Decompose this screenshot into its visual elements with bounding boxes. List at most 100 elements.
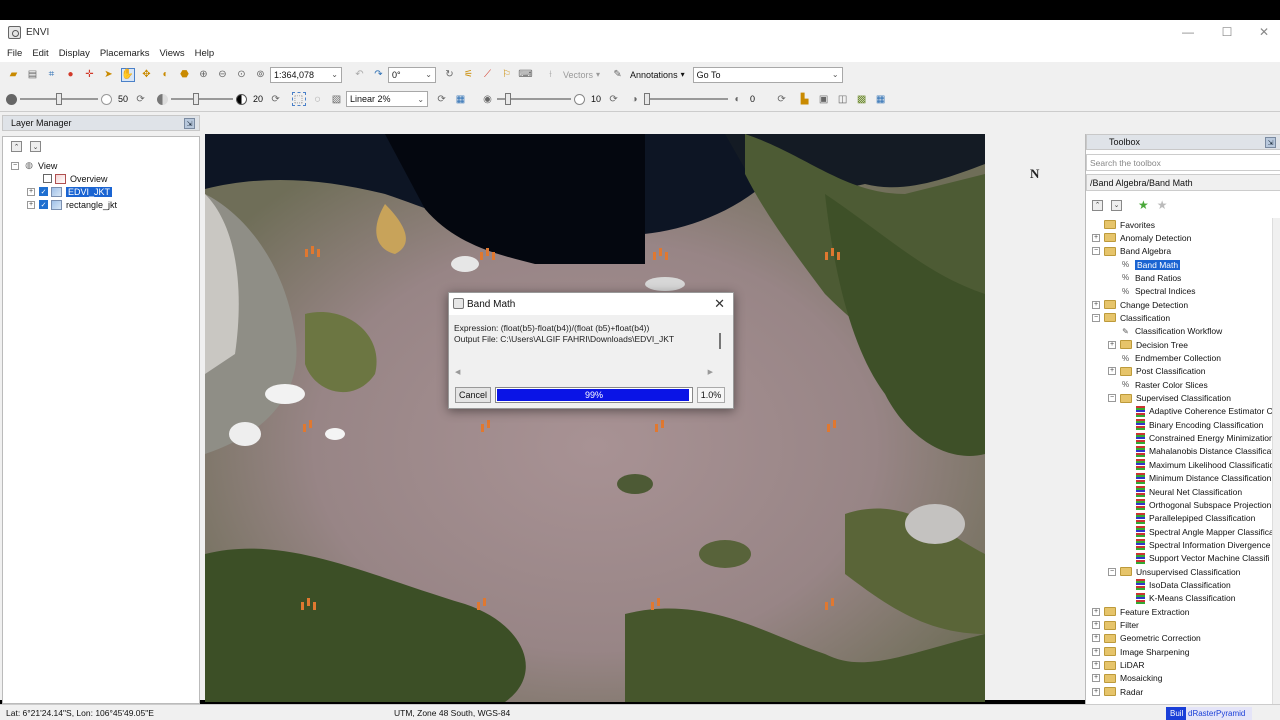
open-folder-icon[interactable]: ▰ bbox=[7, 68, 21, 82]
toolbox-tree-item[interactable]: − Band Algebra bbox=[1092, 245, 1171, 258]
reset-stretch-icon[interactable]: ⟳ bbox=[435, 92, 449, 106]
toolbox-tree-item[interactable]: Parallelepiped Classification bbox=[1124, 512, 1255, 525]
refresh-view-icon[interactable]: ↻ bbox=[443, 68, 457, 82]
zoom-full-icon[interactable]: ⊙ bbox=[235, 68, 249, 82]
toolbox-scrollbar[interactable] bbox=[1272, 218, 1280, 704]
crosshair-icon[interactable]: ✛ bbox=[83, 68, 97, 82]
zoom-fit-icon[interactable]: ⊚ bbox=[254, 68, 268, 82]
pin-icon[interactable]: ⇲ bbox=[184, 118, 195, 129]
sharpen-slider[interactable] bbox=[497, 91, 572, 107]
toolbox-tree-item[interactable]: Spectral Angle Mapper Classifica bbox=[1124, 525, 1274, 538]
sharpen-value[interactable]: 10 bbox=[588, 92, 604, 107]
view-split-icon[interactable]: ◫ bbox=[836, 92, 850, 106]
expand-all-icon[interactable]: ⌄ bbox=[1111, 199, 1122, 211]
rotate-left-icon[interactable]: ↶ bbox=[353, 68, 367, 82]
toolbox-tree-item[interactable]: Minimum Distance Classification bbox=[1124, 472, 1271, 485]
toolbox-tree-item[interactable]: − Supervised Classification bbox=[1108, 392, 1231, 405]
toolbox-tree-item[interactable]: + Change Detection bbox=[1092, 298, 1188, 311]
toolbox-tree-item[interactable]: + Anomaly Detection bbox=[1092, 231, 1191, 244]
close-window-button[interactable]: ✕ bbox=[1244, 20, 1280, 44]
scale-select[interactable]: 1:364,078 ⌄ bbox=[270, 66, 342, 83]
stretch-full-icon[interactable]: ▧ bbox=[330, 92, 344, 106]
image-view[interactable] bbox=[205, 134, 985, 702]
toolbox-tree-item[interactable]: + Image Sharpening bbox=[1092, 645, 1189, 658]
sharpen-icon[interactable]: ◉ bbox=[481, 92, 495, 106]
toolbox-tree-item[interactable]: + Mosaicking bbox=[1092, 672, 1163, 685]
toolbox-tree-item[interactable]: + Filter bbox=[1092, 619, 1139, 632]
select-arrow-icon[interactable]: ➤ bbox=[102, 68, 116, 82]
rotate-icon[interactable]: ◐ bbox=[159, 68, 173, 82]
menu-file[interactable]: File bbox=[7, 48, 22, 59]
toolbox-tree-item[interactable]: Maximum Likelihood Classificatio bbox=[1124, 458, 1274, 471]
toolbox-tree-item[interactable]: Adaptive Coherence Estimator Cl bbox=[1124, 405, 1275, 418]
scroll-right-icon[interactable]: ▶ bbox=[708, 368, 713, 376]
crop-icon[interactable]: ⌗ bbox=[45, 68, 59, 82]
expand-toggle-icon[interactable]: + bbox=[1092, 621, 1100, 629]
expand-all-icon[interactable]: ⌄ bbox=[30, 141, 41, 152]
contrast-slider[interactable] bbox=[171, 91, 234, 107]
reset-transparency-icon[interactable]: ⟳ bbox=[775, 92, 789, 106]
expand-toggle-icon[interactable]: + bbox=[27, 187, 35, 196]
toolbox-tree-item[interactable]: Favorites bbox=[1092, 218, 1155, 231]
view-grid-icon[interactable]: ▦ bbox=[874, 92, 888, 106]
horizontal-scrollbar[interactable]: ◀ ▶ bbox=[455, 368, 713, 376]
zoom-box-icon[interactable]: ⬣ bbox=[178, 68, 192, 82]
spectral-profile-icon[interactable]: ⚐ bbox=[500, 68, 514, 82]
toolbox-tree-item[interactable]: − Unsupervised Classification bbox=[1108, 565, 1240, 578]
expand-toggle-icon[interactable]: + bbox=[1092, 687, 1100, 696]
toolbox-tree-item[interactable]: Spectral Information Divergence bbox=[1124, 538, 1270, 551]
toolbox-tree-item[interactable]: % Spectral Indices bbox=[1108, 285, 1196, 298]
toolbox-tree-item[interactable]: + LiDAR bbox=[1092, 659, 1145, 672]
toolbox-tree-item[interactable]: % Endmember Collection bbox=[1108, 352, 1221, 365]
rotate-right-icon[interactable]: ↷ bbox=[372, 68, 386, 82]
menu-placemarks[interactable]: Placemarks bbox=[100, 48, 150, 59]
profile-icon[interactable]: ⟋ bbox=[481, 68, 495, 82]
task-label[interactable]: dRasterPyramid bbox=[1186, 707, 1252, 720]
toolbox-tree-item[interactable]: Support Vector Machine Classifi bbox=[1124, 552, 1269, 565]
stretch-select[interactable]: Linear 2% ⌄ bbox=[346, 91, 429, 107]
vertical-scrollbar[interactable] bbox=[719, 333, 721, 349]
brightness-slider[interactable] bbox=[20, 91, 98, 107]
brightness-value[interactable]: 50 bbox=[115, 92, 131, 107]
annotations-icon[interactable]: ✎ bbox=[611, 68, 625, 82]
toolbox-tree-item[interactable]: + Feature Extraction bbox=[1092, 605, 1189, 618]
expand-toggle-icon[interactable]: + bbox=[1092, 674, 1100, 683]
transparency-icon[interactable]: ◑ bbox=[628, 92, 642, 106]
rotation-select[interactable]: 0° ⌄ bbox=[388, 66, 436, 83]
annotations-button[interactable]: Annotations bbox=[630, 70, 678, 80]
toolbox-tree-item[interactable]: + Decision Tree bbox=[1108, 338, 1188, 351]
vectors-button[interactable]: Vectors bbox=[563, 70, 593, 80]
portal-icon[interactable]: ▩ bbox=[855, 92, 869, 106]
keyboard-icon[interactable]: ⌨ bbox=[518, 68, 532, 82]
toolbox-tree-item[interactable]: + Radar bbox=[1092, 685, 1143, 698]
maximize-button[interactable]: ☐ bbox=[1207, 20, 1247, 44]
expand-toggle-icon[interactable]: + bbox=[1092, 634, 1100, 643]
reset-contrast-icon[interactable]: ⟳ bbox=[269, 92, 283, 106]
collapse-toggle-icon[interactable]: − bbox=[11, 161, 19, 170]
pin-icon[interactable]: ⇲ bbox=[1265, 137, 1276, 148]
expand-toggle-icon[interactable]: + bbox=[1092, 300, 1100, 309]
reset-sharpen-icon[interactable]: ⟳ bbox=[607, 92, 621, 106]
minimize-button[interactable]: — bbox=[1168, 20, 1208, 44]
toolbox-tree-item[interactable]: % Raster Color Slices bbox=[1108, 378, 1208, 391]
toolbox-tree-item[interactable]: Neural Net Classification bbox=[1124, 485, 1242, 498]
overview-checkbox[interactable] bbox=[43, 174, 52, 183]
rectangle-checkbox[interactable]: ✓ bbox=[39, 200, 48, 209]
contrast-value[interactable]: 20 bbox=[250, 92, 266, 107]
layer-rectangle-row[interactable]: + ✓ rectangle_jkt bbox=[27, 198, 117, 211]
edvi-checkbox[interactable]: ✓ bbox=[39, 187, 48, 196]
collapse-all-icon[interactable]: ⌃ bbox=[11, 141, 22, 152]
chart-icon[interactable]: ▙ bbox=[798, 92, 812, 106]
pan-hand-icon[interactable]: ✋ bbox=[120, 67, 135, 82]
layer-view-row[interactable]: − ◍ View bbox=[11, 159, 57, 172]
task-badge[interactable]: Buil bbox=[1166, 707, 1188, 720]
close-icon[interactable]: ✕ bbox=[714, 296, 725, 312]
measure-icon[interactable]: ⚟ bbox=[462, 68, 476, 82]
collapse-toggle-icon[interactable]: − bbox=[1108, 567, 1116, 576]
expand-toggle-icon[interactable]: + bbox=[1092, 647, 1100, 656]
toolbox-tree-item[interactable]: % Band Math bbox=[1108, 258, 1181, 271]
menu-edit[interactable]: Edit bbox=[32, 48, 48, 59]
collapse-toggle-icon[interactable]: − bbox=[1092, 247, 1100, 256]
expand-toggle-icon[interactable]: + bbox=[1092, 661, 1100, 670]
toolbox-tree-item[interactable]: Binary Encoding Classification bbox=[1124, 418, 1263, 431]
